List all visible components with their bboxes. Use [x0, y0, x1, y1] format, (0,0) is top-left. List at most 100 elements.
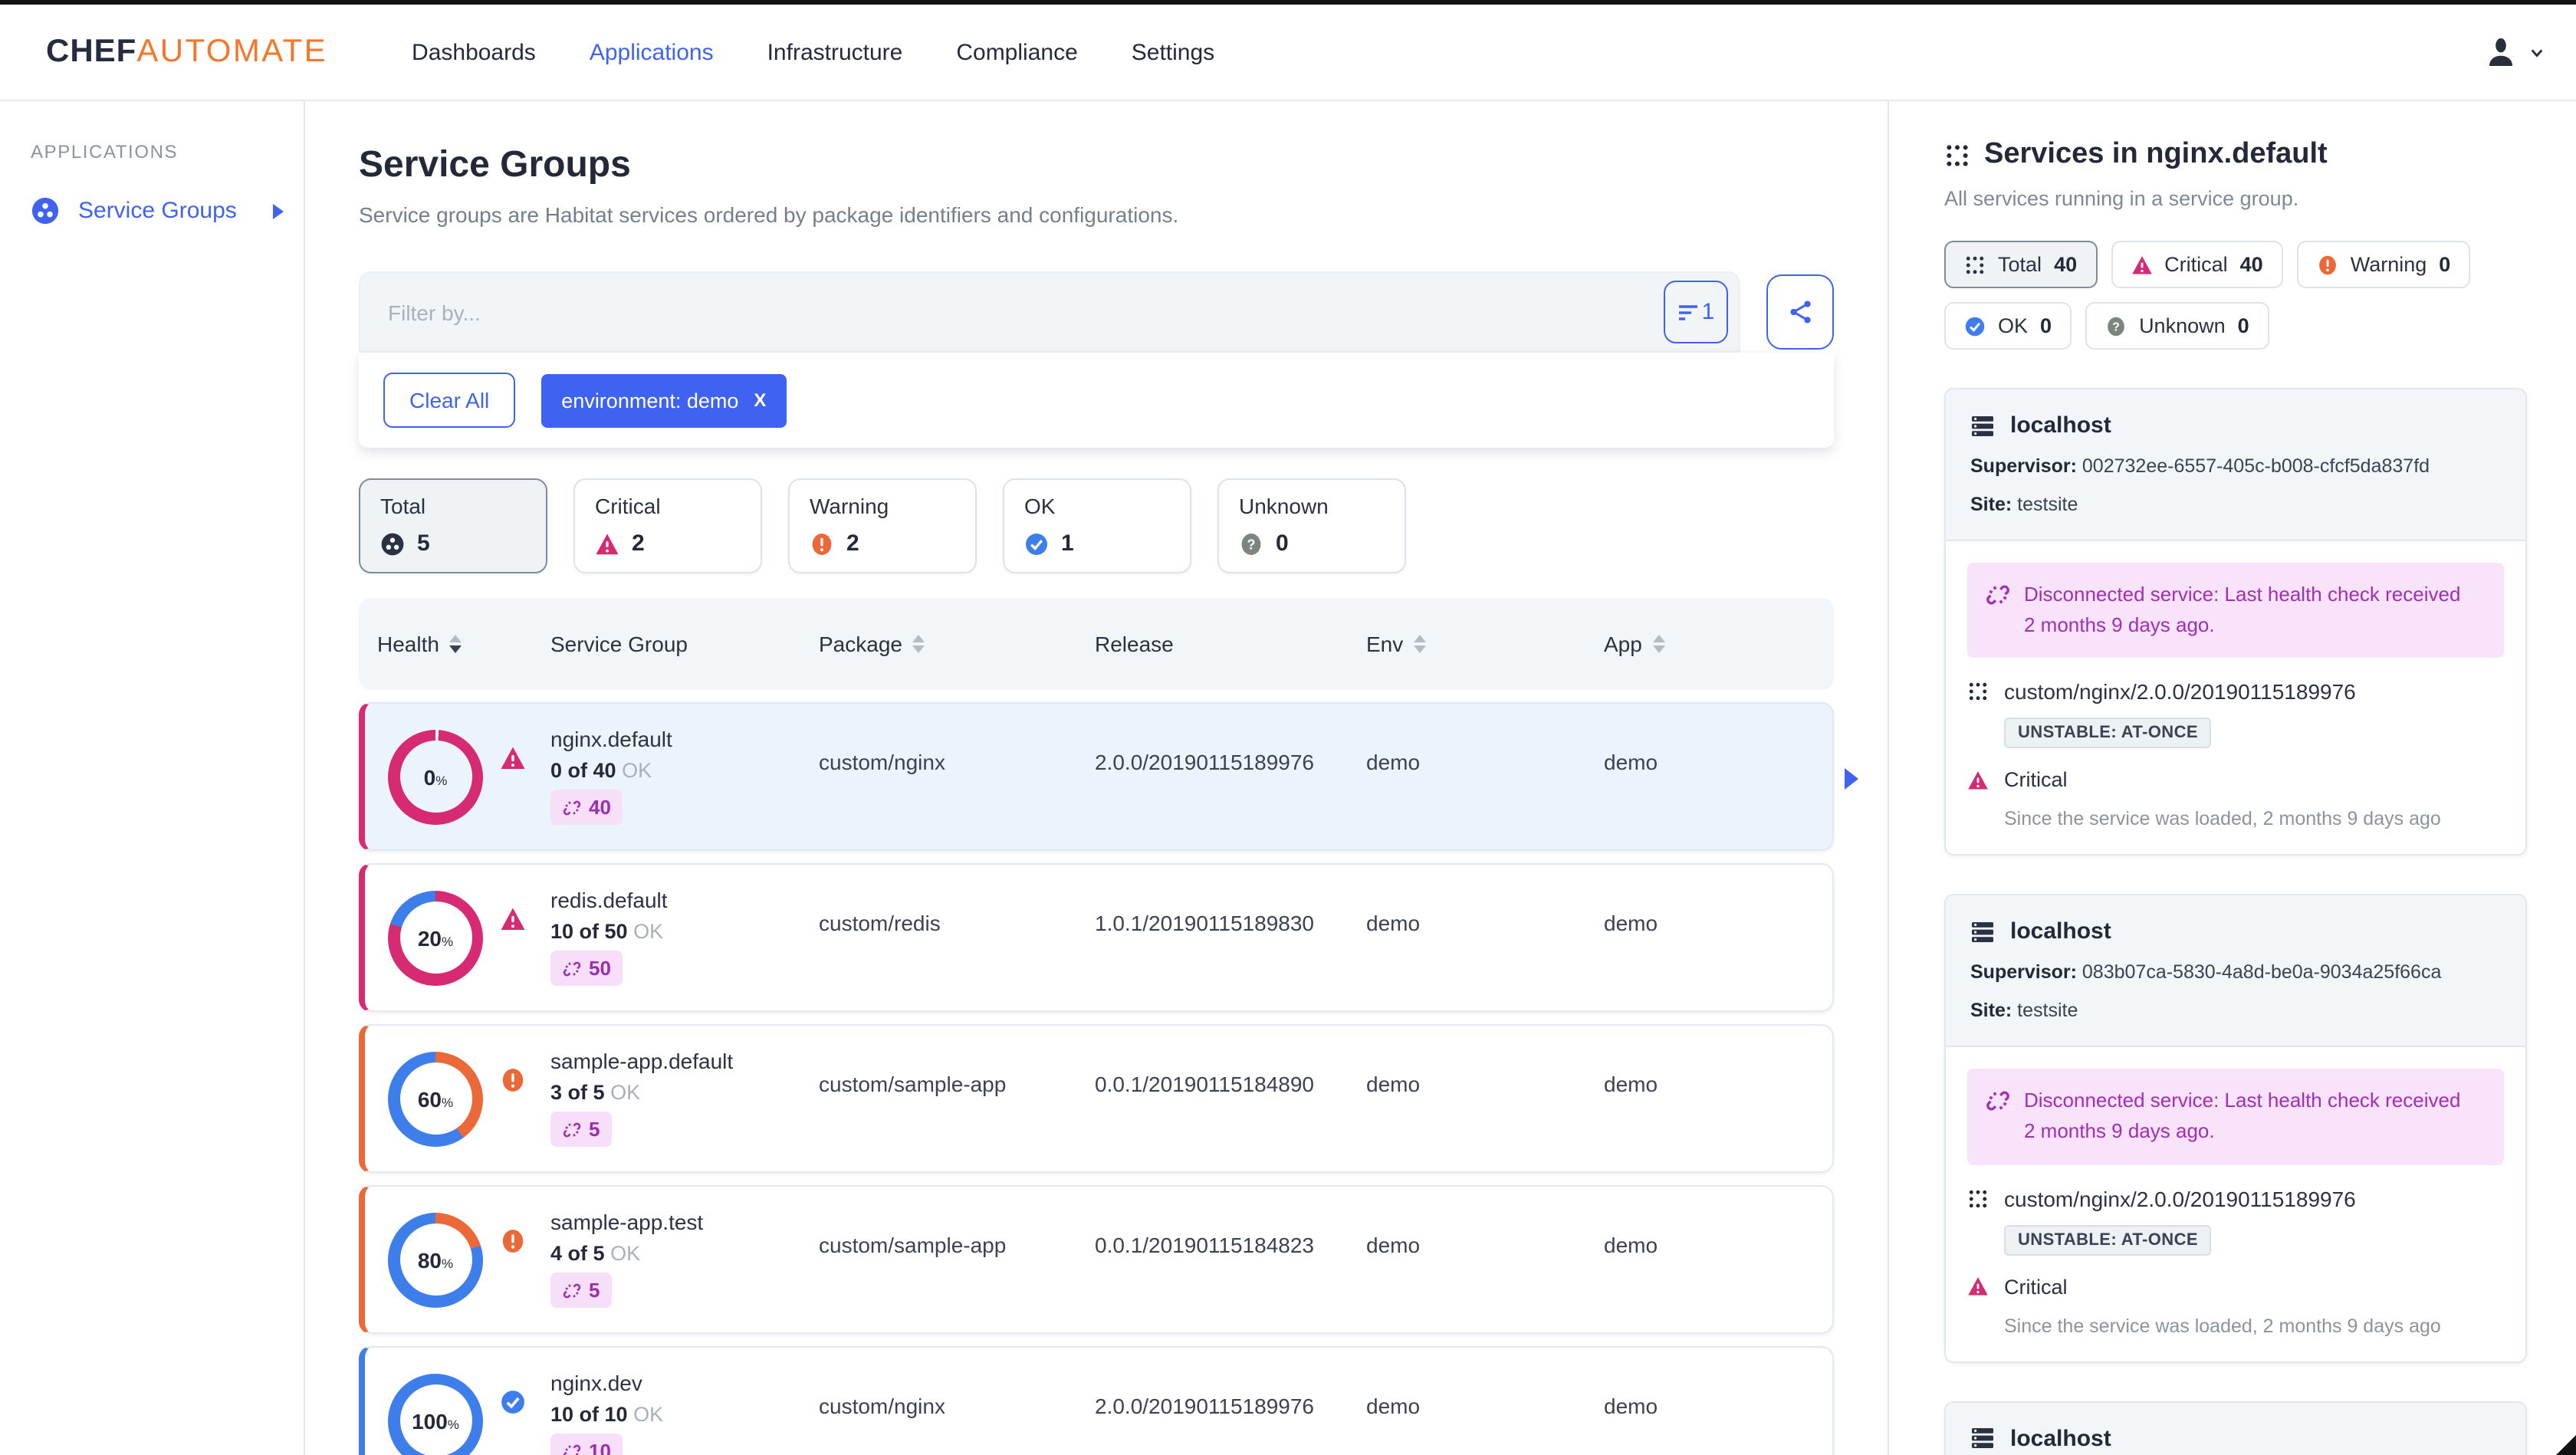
env-cell: demo [1366, 1394, 1421, 1418]
package-cell: custom/nginx [819, 750, 945, 774]
pill-total[interactable]: Total 40 [1944, 241, 2098, 288]
warning-icon [2318, 255, 2336, 274]
sidebar-item-label: Service Groups [78, 198, 237, 224]
service-card[interactable]: localhost Supervisor: 0c0a6b1f-f9f2-4fe6… [1944, 1401, 2527, 1455]
column-header-release[interactable]: Release [1076, 632, 1348, 656]
unknown-question-icon: ? [1241, 533, 1261, 554]
service-group-cell: redis.default 10 of 50 OK 50 [538, 865, 807, 1010]
column-header-health[interactable]: Health [359, 632, 532, 656]
broken-link-icon [563, 800, 581, 815]
column-header-service-group[interactable]: Service Group [532, 632, 800, 656]
pill-critical[interactable]: Critical 40 [2111, 241, 2283, 288]
sort-arrows-icon[interactable] [1414, 635, 1427, 653]
status-card-warning[interactable]: Warning 2 [788, 478, 977, 573]
package-cell: custom/sample-app [819, 1072, 1007, 1096]
filter-input[interactable] [385, 298, 1664, 326]
disconnected-count-badge: 5 [550, 1273, 613, 1308]
table-row[interactable]: 0% nginx.default 0 of 40 OK 40 custom/ng… [359, 702, 1858, 851]
critical-icon [501, 908, 525, 931]
release-cell: 1.0.1/20190115189830 [1095, 911, 1314, 935]
nav-applications[interactable]: Applications [590, 39, 714, 65]
disconnected-count-badge: 10 [550, 1434, 623, 1455]
chip-close-icon[interactable]: X [754, 389, 766, 411]
filter-input-wrap: 1 [359, 271, 1740, 353]
sort-arrows-icon[interactable] [449, 635, 462, 653]
clear-all-button[interactable]: Clear All [383, 373, 516, 428]
status-card-unknown[interactable]: Unknown ? 0 [1217, 478, 1406, 573]
service-card[interactable]: localhost Supervisor: 002732ee-6557-405c… [1944, 388, 2527, 856]
app-cell: demo [1604, 750, 1658, 774]
ok-check-icon [1026, 533, 1047, 554]
nav-infrastructure[interactable]: Infrastructure [767, 39, 903, 65]
nav-settings[interactable]: Settings [1132, 39, 1214, 65]
pill-ok[interactable]: OK 0 [1944, 302, 2072, 350]
service-group-cell: nginx.default 0 of 40 OK 40 [538, 704, 807, 849]
status-card-label: Total [380, 494, 426, 518]
service-group-name: redis.default [550, 888, 668, 912]
column-header-app[interactable]: App [1585, 632, 1834, 656]
service-since-text: Since the service was loaded, 2 months 9… [2004, 1315, 2441, 1337]
health-ring: 20% [388, 890, 483, 985]
table-row[interactable]: 100% nginx.dev 10 of 10 OK 10 custom/ngi… [359, 1346, 1834, 1455]
service-card[interactable]: localhost Supervisor: 083b07ca-5830-4a8d… [1944, 894, 2527, 1363]
service-group-name: sample-app.test [550, 1210, 704, 1234]
service-group-name: nginx.default [550, 727, 672, 751]
nav-compliance[interactable]: Compliance [956, 39, 1077, 65]
pill-warning[interactable]: Warning 0 [2296, 241, 2471, 288]
status-filter-cards: Total 5 Critical 2 Warning 2 OK 1 Unknow… [359, 478, 1834, 573]
release-cell: 0.0.1/20190115184823 [1095, 1233, 1314, 1257]
app-window: CHEF AUTOMATE Dashboards Applications Inf… [0, 0, 2576, 1455]
page-title: Service Groups [359, 144, 631, 186]
status-card-ok[interactable]: OK 1 [1003, 478, 1191, 573]
chef-automate-logo[interactable]: CHEF AUTOMATE [46, 34, 327, 71]
critical-icon [1968, 770, 1988, 790]
table-row[interactable]: 60% sample-app.default 3 of 5 OK 5 custo… [359, 1024, 1834, 1173]
disconnected-alert: Disconnected service: Last health check … [1967, 1069, 2504, 1165]
sort-arrows-icon[interactable] [1652, 635, 1665, 653]
status-card-critical[interactable]: Critical 2 [573, 478, 762, 573]
package-cell: custom/redis [819, 911, 941, 935]
cluster-icon [381, 532, 404, 555]
disconnected-alert: Disconnected service: Last health check … [1967, 563, 2504, 659]
table-row[interactable]: 20% redis.default 10 of 50 OK 50 custom/… [359, 863, 1834, 1012]
env-cell: demo [1366, 1072, 1421, 1096]
sidebar-item-service-groups[interactable]: Service Groups [31, 196, 304, 225]
health-ring: 0% [388, 729, 483, 824]
user-menu[interactable] [2482, 34, 2544, 71]
status-card-label: OK [1024, 494, 1056, 518]
health-ring: 100% [388, 1373, 483, 1455]
service-card-header: localhost Supervisor: 083b07ca-5830-4a8d… [1946, 895, 2525, 1048]
share-button[interactable] [1766, 274, 1834, 350]
nav-dashboards[interactable]: Dashboards [412, 39, 536, 65]
health-ring: 60% [388, 1051, 483, 1146]
status-card-total[interactable]: Total 5 [359, 478, 547, 573]
host-name: localhost [2010, 412, 2111, 438]
env-cell: demo [1366, 911, 1421, 935]
warning-icon [502, 1230, 524, 1253]
pill-unknown[interactable]: ? Unknown 0 [2085, 302, 2269, 350]
broken-link-icon [563, 1122, 581, 1137]
env-cell: demo [1366, 1233, 1421, 1257]
filter-chip-environment-demo[interactable]: environment: demo X [541, 373, 787, 427]
filter-count-button[interactable]: 1 [1664, 281, 1728, 343]
site-line: Site: testsite [1970, 1000, 2078, 1022]
status-card-count: 2 [846, 530, 859, 557]
column-header-env[interactable]: Env [1348, 632, 1585, 656]
column-header-package[interactable]: Package [800, 632, 1076, 656]
package-cell: custom/sample-app [819, 1233, 1007, 1257]
sort-arrows-icon[interactable] [912, 635, 925, 653]
left-sidebar: APPLICATIONS Service Groups [0, 101, 305, 1455]
server-icon [1972, 415, 1993, 435]
service-since-text: Since the service was loaded, 2 months 9… [2004, 808, 2441, 830]
env-cell: demo [1366, 750, 1421, 774]
broken-link-icon [563, 1444, 581, 1455]
disconnected-count-badge: 40 [550, 790, 623, 825]
status-card-count: 5 [417, 530, 430, 557]
table-row[interactable]: 80% sample-app.test 4 of 5 OK 5 custom/s… [359, 1185, 1834, 1334]
status-card-count: 0 [1276, 530, 1289, 557]
service-status-line: Critical [1967, 1275, 2504, 1298]
sidebar-expand-arrow-icon[interactable] [273, 203, 284, 218]
panel-status-pills: Total 40 Critical 40 Warning 0 OK 0 ? Unknow… [1944, 241, 2527, 350]
panel-title: Services in nginx.default [1944, 138, 2527, 172]
service-group-cell: sample-app.default 3 of 5 OK 5 [538, 1026, 807, 1171]
